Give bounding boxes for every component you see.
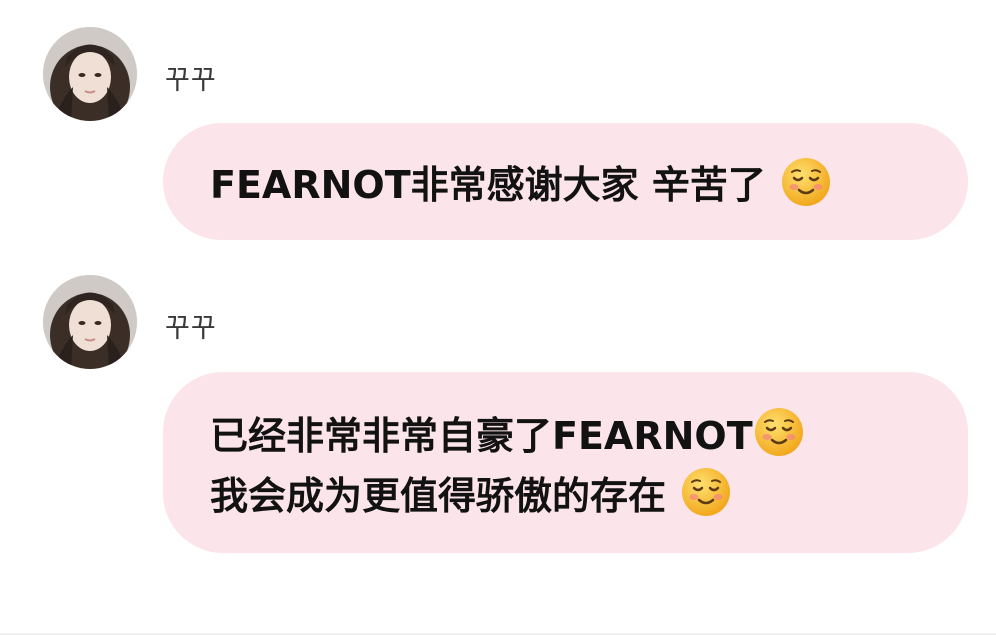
sender-name: 꾸꾸: [165, 65, 217, 96]
message-text: FEARNOT非常感谢大家 辛苦了: [210, 163, 766, 207]
message-text: 我会成为更值得骄傲的存在: [210, 473, 667, 518]
message-bubble: 已经非常非常自豪了FEARNOT 我会成为更值得骄傲的存在: [163, 372, 968, 553]
smiling-face-icon: [780, 156, 832, 208]
avatar[interactable]: [43, 275, 137, 369]
avatar[interactable]: [43, 27, 137, 121]
message-bubble: FEARNOT非常感谢大家 辛苦了: [163, 123, 968, 240]
smiling-face-icon: [680, 466, 732, 518]
message-line: 已经非常非常自豪了FEARNOT: [210, 402, 968, 462]
message-line: FEARNOT非常感谢大家 辛苦了: [210, 152, 832, 212]
message-text: 已经非常非常自豪了FEARNOT: [210, 413, 753, 458]
message-line: 我会成为更值得骄傲的存在: [210, 462, 968, 522]
smiling-face-icon: [753, 406, 805, 458]
sender-name: 꾸꾸: [165, 313, 217, 344]
chat-thread: 꾸꾸 FEARNOT非常感谢大家 辛苦了 꾸꾸 已经非常非常自豪了FEARNOT…: [0, 0, 996, 635]
